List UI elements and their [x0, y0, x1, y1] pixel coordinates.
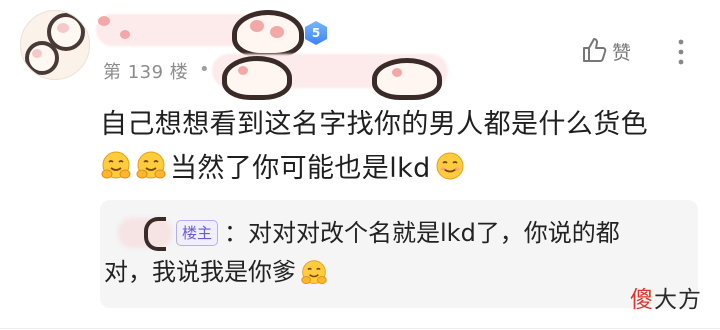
watermark-part-1: 傻: [630, 287, 654, 313]
comment-text-line-2: 当然了你可能也是lkd: [100, 146, 469, 185]
op-badge: 楼主: [176, 220, 219, 246]
watermark-part-2: 大方: [654, 287, 702, 313]
sticker-decoration: [392, 68, 402, 77]
like-label[interactable]: 赞: [612, 38, 631, 65]
avatar-paw-pad: [57, 23, 69, 33]
divider: [0, 328, 720, 329]
comment-text-line-1: 自己想想看到这名字找你的男人都是什么货色: [100, 109, 648, 140]
level-badge: 5: [305, 21, 327, 45]
thumbs-up-icon[interactable]: [580, 36, 608, 64]
sticker-decoration: [238, 66, 248, 75]
sticker-decoration: [372, 58, 442, 100]
sticker-decoration: [232, 10, 304, 58]
avatar[interactable]: [20, 10, 90, 80]
reply-box[interactable]: 楼主 ：对对对改个名就是lkd了，你说的都 对，我说我是你爹: [100, 200, 698, 308]
reply-text-line-2-text: 对，我说我是你爹: [104, 258, 296, 286]
comment-page: 5 第 139 楼 • 赞 自己想想看到这名字找你的男人都是什么货色 当然了你可…: [0, 0, 720, 330]
sticker-decoration: [144, 217, 166, 251]
hug-emoji-icon: [301, 259, 327, 284]
reply-text-line-1: ：对对对改个名就是lkd了，你说的都: [224, 219, 620, 247]
avatar-paw-pad: [32, 49, 42, 58]
reply-text-line-2: 对，我说我是你爹: [104, 253, 684, 292]
sticker-decoration: [98, 16, 110, 26]
avatar-paw: [25, 41, 59, 75]
more-vertical-icon[interactable]: [676, 38, 686, 66]
comment-text-line-2-text: 当然了你可能也是lkd: [170, 153, 431, 184]
sticker-decoration: [270, 26, 284, 38]
floor-separator: •: [199, 59, 210, 80]
sticker-decoration: [120, 30, 130, 39]
watermark: 傻大方: [630, 280, 702, 314]
floor-number: 第 139 楼: [103, 62, 189, 83]
smile-emoji-icon: [436, 152, 464, 179]
hug-emoji-icon: [101, 151, 131, 178]
reply-text: ：对对对改个名就是lkd了，你说的都 对，我说我是你爹: [104, 214, 684, 292]
sticker-decoration: [250, 20, 264, 32]
hug-emoji-icon: [136, 151, 166, 178]
sticker-decoration: [222, 56, 292, 100]
